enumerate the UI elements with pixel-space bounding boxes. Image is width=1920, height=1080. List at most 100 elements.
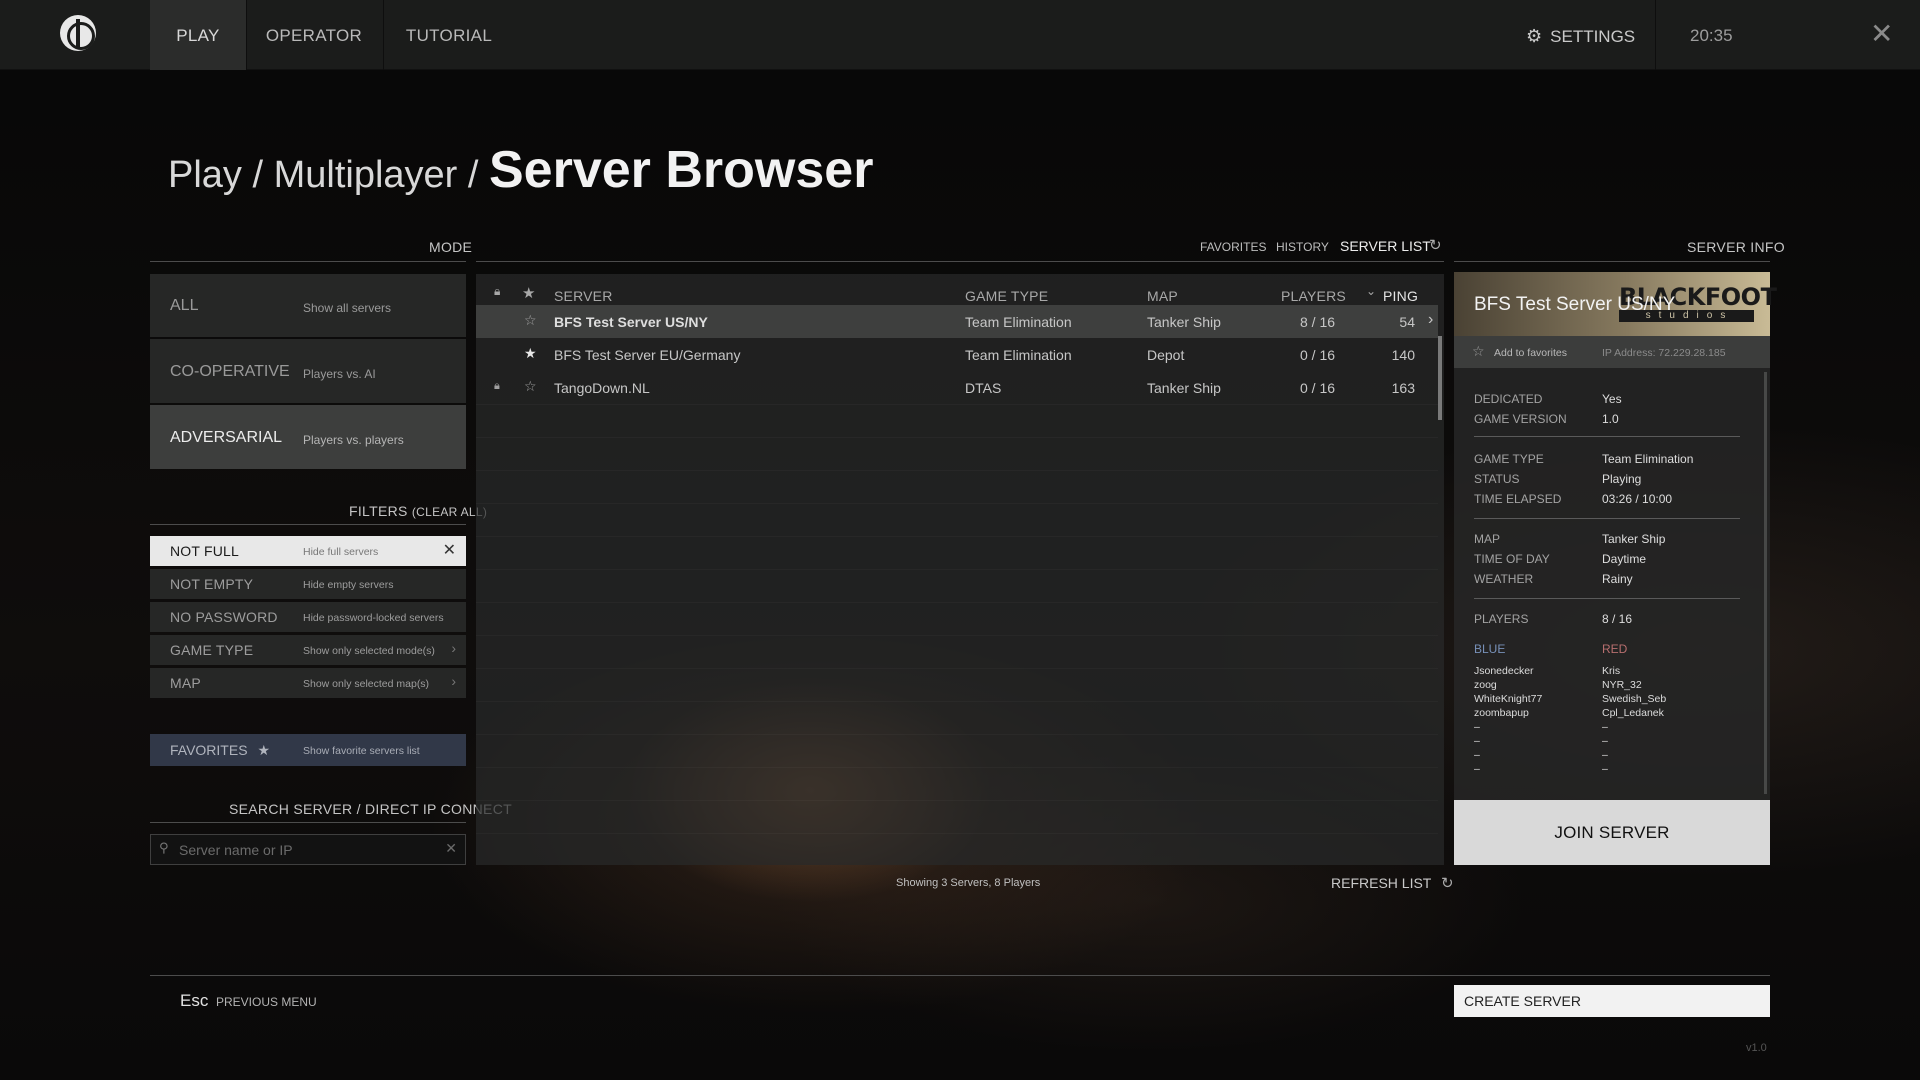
lock-icon: 🔒︎ <box>494 380 500 392</box>
server-name: BFS Test Server US/NY <box>554 314 708 330</box>
star-outline-icon[interactable]: ☆ <box>524 312 537 329</box>
game-logo-icon[interactable] <box>60 15 96 51</box>
player-slot: – <box>1474 721 1480 733</box>
search-icon: ⚲ <box>159 840 169 855</box>
server-map: Depot <box>1147 347 1185 363</box>
player-name: Cpl_Ledanek <box>1602 707 1664 719</box>
esc-key-hint[interactable]: Esc <box>180 991 208 1011</box>
info-value: Daytime <box>1602 552 1647 566</box>
info-key: GAME TYPE <box>1474 452 1544 466</box>
table-row[interactable]: ☆ BFS Test Server US/NY Team Elimination… <box>476 305 1438 338</box>
server-players: 8 / 16 <box>1300 314 1336 330</box>
tab-server-list[interactable]: SERVER LIST <box>1340 238 1431 254</box>
star-icon[interactable]: ★ <box>522 284 536 302</box>
mode-label: CO-OPERATIVE <box>170 363 290 380</box>
server-game-type: Team Elimination <box>965 347 1072 363</box>
server-ping: 140 <box>1391 347 1415 363</box>
info-value: Rainy <box>1602 572 1633 586</box>
close-icon[interactable]: ✕ <box>443 540 456 560</box>
server-game-type: Team Elimination <box>965 314 1072 330</box>
column-players[interactable]: PLAYERS <box>1281 288 1346 304</box>
empty-row <box>476 437 1438 470</box>
add-to-favorites-button[interactable]: Add to favorites <box>1494 347 1567 359</box>
filter-not-full[interactable]: NOT FULL Hide full servers ✕ <box>150 536 466 566</box>
star-outline-icon[interactable]: ☆ <box>1472 343 1485 360</box>
settings-button[interactable]: ⚙ SETTINGS <box>1526 0 1635 70</box>
filter-game-type[interactable]: GAME TYPE Show only selected mode(s) › <box>150 635 466 665</box>
tab-play[interactable]: PLAY <box>150 0 246 70</box>
empty-row <box>476 668 1438 701</box>
info-key: TIME OF DAY <box>1474 552 1550 566</box>
filter-desc: Hide password-locked servers <box>303 612 444 624</box>
create-server-button[interactable]: CREATE SERVER <box>1454 985 1770 1017</box>
info-value: Yes <box>1602 392 1622 406</box>
filter-desc: Show only selected map(s) <box>303 678 430 690</box>
lock-icon[interactable]: 🔒︎ <box>494 284 501 299</box>
empty-row <box>476 800 1438 833</box>
close-icon[interactable]: ✕ <box>1870 20 1893 48</box>
tab-operator[interactable]: OPERATOR <box>246 0 382 70</box>
favorites-label: FAVORITES ★ <box>170 742 270 759</box>
empty-row <box>476 503 1438 536</box>
filter-label: NO PASSWORD <box>170 609 278 625</box>
column-server[interactable]: SERVER <box>554 288 613 304</box>
empty-row <box>476 404 1438 437</box>
refresh-icon[interactable]: ↻ <box>1429 236 1442 254</box>
filter-desc: Hide full servers <box>303 546 379 558</box>
star-outline-icon[interactable]: ☆ <box>524 378 537 395</box>
filter-label: NOT EMPTY <box>170 576 254 592</box>
server-ping: 54 <box>1399 314 1415 330</box>
join-server-button[interactable]: JOIN SERVER <box>1454 800 1770 865</box>
filter-map[interactable]: MAP Show only selected map(s) › <box>150 668 466 698</box>
filter-no-password[interactable]: NO PASSWORD Hide password-locked servers <box>150 602 466 632</box>
table-row[interactable]: ★ BFS Test Server EU/Germany Team Elimin… <box>476 338 1438 371</box>
info-value: 1.0 <box>1602 412 1619 426</box>
mode-desc: Players vs. AI <box>303 367 376 381</box>
info-value: Team Elimination <box>1602 452 1694 466</box>
search-input[interactable] <box>179 840 429 860</box>
refresh-label: REFRESH LIST <box>1331 875 1432 891</box>
breadcrumb: Play / Multiplayer / <box>168 154 489 196</box>
divider <box>150 261 466 262</box>
mode-label: ADVERSARIAL <box>170 429 283 446</box>
info-scrollbar[interactable] <box>1764 372 1767 794</box>
sort-chevron-icon: ⌄ <box>1366 284 1377 298</box>
version-label: v1.0 <box>1746 1042 1767 1054</box>
favorites-desc: Show favorite servers list <box>303 745 420 757</box>
player-name: zoombapup <box>1474 707 1529 719</box>
mode-item-all[interactable]: ALL Show all servers <box>150 274 466 337</box>
previous-menu-button[interactable]: PREVIOUS MENU <box>216 995 317 1009</box>
column-ping[interactable]: PING <box>1383 288 1418 304</box>
column-map[interactable]: MAP <box>1147 288 1178 304</box>
filter-desc: Show only selected mode(s) <box>303 645 435 657</box>
player-slot: – <box>1602 735 1608 747</box>
tab-favorites[interactable]: FAVORITES <box>1200 240 1266 254</box>
tab-history[interactable]: HISTORY <box>1276 240 1329 254</box>
info-value: 8 / 16 <box>1602 612 1633 626</box>
filter-label: MAP <box>170 675 201 691</box>
clear-icon[interactable]: ✕ <box>445 840 457 857</box>
server-players: 0 / 16 <box>1300 380 1336 396</box>
chevron-right-icon: › <box>451 673 456 689</box>
player-name: WhiteKnight77 <box>1474 693 1543 705</box>
refresh-list-button[interactable]: REFRESH LIST ↻ <box>1331 874 1454 892</box>
divider <box>1474 436 1740 437</box>
star-filled-icon[interactable]: ★ <box>524 345 537 362</box>
info-key: PLAYERS <box>1474 612 1529 626</box>
mode-item-adversarial[interactable]: ADVERSARIAL Players vs. players <box>150 405 466 469</box>
table-row[interactable]: 🔒︎ ☆ TangoDown.NL DTAS Tanker Ship 0 / 1… <box>476 371 1438 404</box>
tab-tutorial[interactable]: TUTORIAL <box>384 0 514 70</box>
column-game-type[interactable]: GAME TYPE <box>965 288 1048 304</box>
scrollbar[interactable] <box>1438 336 1442 420</box>
mode-item-co-operative[interactable]: CO-OPERATIVE Players vs. AI <box>150 339 466 403</box>
empty-row <box>476 569 1438 602</box>
info-key: WEATHER <box>1474 572 1534 586</box>
server-game-type: DTAS <box>965 380 1002 396</box>
filter-not-empty[interactable]: NOT EMPTY Hide empty servers <box>150 569 466 599</box>
filter-favorites[interactable]: FAVORITES ★ Show favorite servers list <box>150 734 466 766</box>
divider <box>476 261 1444 262</box>
team-red-label: RED <box>1602 642 1628 656</box>
empty-row <box>476 470 1438 503</box>
info-key: MAP <box>1474 532 1501 546</box>
empty-row <box>476 767 1438 800</box>
